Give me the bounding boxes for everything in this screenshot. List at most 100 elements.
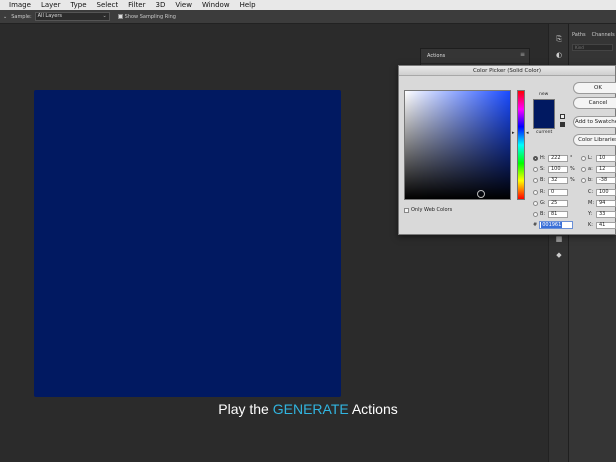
- hex-value: 001961: [541, 222, 563, 228]
- menu-bar: Image Layer Type Select Filter 3D View W…: [0, 0, 616, 10]
- hsb-h-row: H: 222 °: [533, 154, 573, 162]
- menu-select[interactable]: Select: [92, 0, 124, 10]
- cancel-button[interactable]: Cancel: [573, 97, 616, 109]
- cmyk-y-row: Y: 33 %: [581, 210, 616, 218]
- color-selector-ring[interactable]: [477, 190, 485, 198]
- panel-menu-icon[interactable]: ≡: [520, 51, 525, 58]
- ok-button[interactable]: OK: [573, 82, 616, 94]
- r-radio[interactable]: [533, 189, 538, 195]
- hue-slider-left-arrow-icon: ▸: [512, 130, 515, 136]
- menu-type[interactable]: Type: [65, 0, 91, 10]
- b-label: B:: [540, 177, 546, 183]
- k-label: K:: [588, 222, 593, 228]
- menu-view[interactable]: View: [170, 0, 197, 10]
- s-unit: %: [570, 166, 575, 172]
- color-picker-title: Color Picker (Solid Color): [399, 66, 615, 76]
- adjust-panel-icon[interactable]: ◐: [554, 50, 564, 60]
- new-color-label: new: [539, 92, 549, 97]
- s-field[interactable]: 100: [548, 165, 568, 173]
- y-field[interactable]: 33: [596, 210, 616, 218]
- paths-panel-icon[interactable]: ⎘: [554, 34, 564, 44]
- s-radio[interactable]: [533, 166, 538, 172]
- b-field[interactable]: 32: [548, 176, 568, 184]
- current-color-label: current: [536, 130, 553, 135]
- rgb-r-row: R: 0: [533, 188, 568, 196]
- b-unit: %: [570, 177, 575, 183]
- only-web-colors-checkbox[interactable]: [404, 208, 409, 213]
- h-field[interactable]: 222: [548, 154, 568, 162]
- g-radio[interactable]: [533, 200, 538, 206]
- only-web-colors-label: Only Web Colors: [411, 207, 453, 213]
- caption-prefix: Play the: [218, 401, 273, 417]
- hsb-b-row: B: 32 %: [533, 176, 575, 184]
- m-label: M:: [588, 200, 594, 206]
- s-label: S:: [540, 166, 545, 172]
- h-unit: °: [570, 155, 573, 161]
- l-radio[interactable]: [581, 155, 586, 161]
- c-label: C:: [588, 189, 594, 195]
- cmyk-k-row: K: 41 %: [581, 221, 616, 229]
- web-safe-cube-icon[interactable]: [560, 114, 565, 119]
- l-field[interactable]: 10: [596, 154, 616, 162]
- sample-select[interactable]: All Layers ⌄: [34, 12, 110, 21]
- k-field[interactable]: 41: [596, 221, 616, 229]
- layers-panel-icon[interactable]: ◆: [554, 250, 564, 260]
- sample-label: Sample:: [11, 13, 32, 20]
- h-label: H:: [540, 155, 546, 161]
- lab-a-row: a: 12: [581, 165, 616, 173]
- tab-channels[interactable]: Channels: [592, 32, 615, 38]
- add-to-swatches-button[interactable]: Add to Swatches: [573, 116, 616, 128]
- c-field[interactable]: 100: [596, 188, 616, 196]
- lab-b-field[interactable]: -38: [596, 176, 616, 184]
- photoshop-window: Image Layer Type Select Filter 3D View W…: [0, 0, 616, 462]
- hsb-s-row: S: 100 %: [533, 165, 575, 173]
- menu-filter[interactable]: Filter: [123, 0, 150, 10]
- tab-paths[interactable]: Paths: [572, 32, 586, 38]
- menu-window[interactable]: Window: [197, 0, 235, 10]
- chevron-down-icon: ⌄: [102, 13, 107, 19]
- r-label: R:: [540, 189, 546, 195]
- lab-b-label: b:: [588, 177, 593, 183]
- rgb-b-field[interactable]: 81: [548, 210, 568, 218]
- g-label: G:: [540, 200, 546, 206]
- h-radio[interactable]: [533, 155, 538, 161]
- hex-field[interactable]: 001961: [539, 221, 574, 229]
- cmyk-c-row: C: 100 %: [581, 188, 616, 196]
- hue-slider[interactable]: [517, 90, 525, 200]
- a-radio[interactable]: [581, 166, 586, 172]
- menu-help[interactable]: Help: [235, 0, 261, 10]
- g-field[interactable]: 25: [548, 199, 568, 207]
- a-label: a:: [588, 166, 593, 172]
- menu-layer[interactable]: Layer: [36, 0, 66, 10]
- b-radio[interactable]: [533, 177, 538, 183]
- video-caption: Play the GENERATE Actions: [0, 401, 616, 417]
- sample-select-value: All Layers: [37, 13, 62, 19]
- show-sampling-ring-checkbox[interactable]: [117, 14, 123, 19]
- menu-3d[interactable]: 3D: [151, 0, 171, 10]
- l-label: L:: [588, 155, 593, 161]
- color-libraries-button[interactable]: Color Libraries: [573, 134, 616, 146]
- lab-b-row: b: -38: [581, 176, 616, 184]
- show-sampling-ring-label: Show Sampling Ring: [124, 13, 176, 20]
- rgb-b-radio[interactable]: [533, 211, 538, 217]
- current-color-swatch[interactable]: [533, 114, 555, 129]
- new-color-swatch: [533, 99, 555, 114]
- gamut-warning-icon[interactable]: [560, 122, 565, 127]
- layer-filter-input[interactable]: Kind: [572, 44, 613, 51]
- menu-image[interactable]: Image: [4, 0, 36, 10]
- eyedropper-tool-icon[interactable]: ⌄: [3, 14, 7, 20]
- r-field[interactable]: 0: [548, 188, 568, 196]
- cmyk-m-row: M: 94 %: [581, 199, 616, 207]
- color-field[interactable]: [404, 90, 511, 200]
- a-field[interactable]: 12: [596, 165, 616, 173]
- side-panel-tabs: Paths Channels: [569, 24, 616, 41]
- actions-tab[interactable]: Actions: [421, 49, 529, 64]
- lab-b-radio[interactable]: [581, 177, 586, 183]
- rgb-g-row: G: 25: [533, 199, 568, 207]
- y-label: Y:: [588, 211, 593, 217]
- grid-panel-icon[interactable]: ▦: [554, 234, 564, 244]
- lab-l-row: L: 10: [581, 154, 616, 162]
- document-canvas[interactable]: [34, 90, 341, 397]
- m-field[interactable]: 94: [596, 199, 616, 207]
- hex-row: # 001961: [533, 221, 574, 229]
